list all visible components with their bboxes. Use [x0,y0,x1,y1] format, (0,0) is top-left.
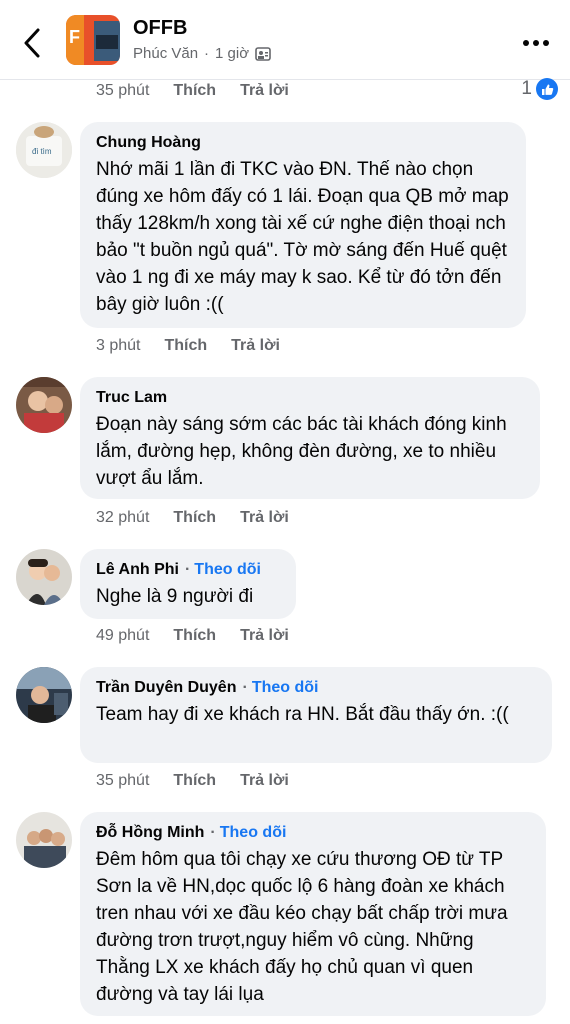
like-button[interactable]: Thích [173,509,216,527]
app-header: F OFFB Phúc Văn · 1 giờ [0,0,570,80]
comment-text: Nhớ mãi 1 lần đi TKC vào ĐN. Thế nào chọ… [96,159,509,315]
separator-dot: · [210,824,216,841]
separator-dot: · [184,561,191,578]
comment-actions: 35 phút Thích Trả lời [96,772,289,790]
avatar[interactable] [16,667,72,723]
avatar[interactable] [16,377,72,433]
comment-actions: 49 phút Thích Trả lời [96,627,289,645]
avatar[interactable]: đi tìm [16,122,72,178]
comment-bubble: Trần Duyên Duyên · Theo dõi Team hay đi … [80,667,552,763]
page-logo[interactable]: F [66,15,120,65]
more-dots-icon[interactable] [522,30,550,56]
follow-button[interactable]: Theo dõi [220,824,287,842]
comment-time[interactable]: 32 phút [96,509,149,527]
reply-button[interactable]: Trả lời [240,509,289,527]
comment-bubble: Chung Hoàng Nhớ mãi 1 lần đi TKC vào ĐN.… [80,122,526,328]
commenter-name[interactable]: Trần Duyên Duyên [96,679,236,697]
comment-actions: 32 phút Thích Trả lời [96,509,289,527]
post-time[interactable]: 1 giờ [215,45,249,62]
friends-audience-icon [255,46,271,61]
like-button[interactable]: Thích [173,82,216,100]
commenter-name[interactable]: Đỗ Hồng Minh [96,824,204,842]
comment-actions: 35 phút Thích Trả lời [96,82,289,100]
reaction-count[interactable]: 1 [521,78,558,100]
author-name[interactable]: Phúc Văn [133,45,198,62]
separator-dot: · [204,45,210,62]
comment-bubble: Đỗ Hồng Minh · Theo dõi Đêm hôm qua tôi … [80,812,546,1016]
reply-button[interactable]: Trả lời [240,772,289,790]
separator-dot: · [242,679,248,696]
comment-text: Đoạn này sáng sớm các bác tài khách đóng… [96,414,507,489]
like-button[interactable]: Thích [173,627,216,645]
like-button[interactable]: Thích [164,337,207,355]
commenter-name-row: Trần Duyên Duyên · Theo dõi [96,679,536,697]
comment-bubble: Lê Anh Phi · Theo dõi Nghe là 9 người đi [80,549,296,619]
comment-time[interactable]: 3 phút [96,337,140,355]
avatar[interactable] [16,549,72,605]
like-button[interactable]: Thích [173,772,216,790]
reply-button[interactable]: Trả lời [240,627,289,645]
reaction-count-number: 1 [521,78,532,99]
comment-text: Đêm hôm qua tôi chạy xe cứu thương OĐ từ… [96,849,508,1005]
page-title[interactable]: OFFB [133,17,187,40]
reply-button[interactable]: Trả lời [240,82,289,100]
svg-text:đi tìm: đi tìm [32,147,52,156]
reply-button[interactable]: Trả lời [231,337,280,355]
avatar[interactable] [16,812,72,868]
comment-time[interactable]: 35 phút [96,772,149,790]
post-subtitle: Phúc Văn · 1 giờ [133,45,271,62]
back-chevron-icon[interactable] [20,26,46,60]
comment-text: Nghe là 9 người đi [96,586,254,607]
follow-button[interactable]: Theo dõi [252,679,319,697]
comment-bubble: Truc Lam Đoạn này sáng sớm các bác tài k… [80,377,540,499]
follow-button[interactable]: Theo dõi [194,561,261,579]
comment-actions: 3 phút Thích Trả lời [96,337,280,355]
commenter-name-row: Đỗ Hồng Minh · Theo dõi [96,824,530,842]
comment-text: Team hay đi xe khách ra HN. Bắt đầu thấy… [96,704,509,725]
commenter-name-row: Lê Anh Phi · Theo dõi [96,561,280,579]
commenter-name[interactable]: Truc Lam [96,389,524,407]
commenter-name[interactable]: Chung Hoàng [96,134,510,152]
comment-time[interactable]: 35 phút [96,82,149,100]
commenter-name[interactable]: Lê Anh Phi [96,561,179,579]
thumbs-up-icon [536,78,558,100]
svg-text:F: F [69,27,80,47]
comment-time[interactable]: 49 phút [96,627,149,645]
